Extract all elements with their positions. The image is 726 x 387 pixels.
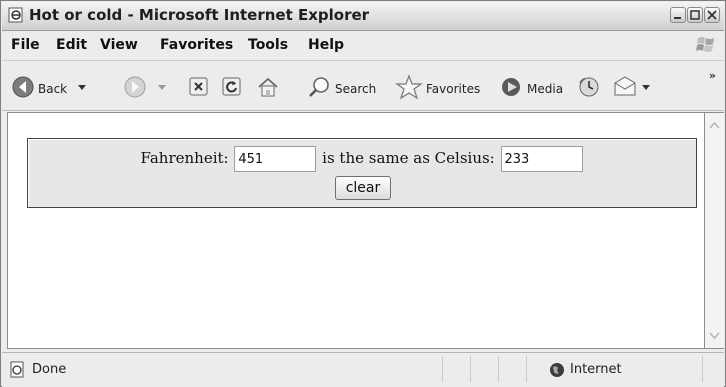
title-bar: Hot or cold - Microsoft Internet Explore… [2, 2, 724, 31]
menu-favorites[interactable]: Favorites [160, 37, 233, 53]
status-divider [442, 356, 443, 382]
status-divider [702, 356, 703, 382]
stop-button[interactable] [187, 61, 213, 110]
page-done-icon [10, 361, 24, 378]
home-button[interactable] [254, 61, 282, 110]
scroll-up-arrow-icon[interactable] [709, 121, 720, 130]
browser-window: Hot or cold - Microsoft Internet Explore… [0, 0, 726, 387]
menu-view[interactable]: View [100, 37, 138, 53]
clear-button[interactable]: clear [335, 176, 391, 200]
refresh-icon [222, 77, 241, 96]
internet-globe-icon [550, 363, 564, 377]
back-button[interactable]: Back [10, 61, 105, 110]
toolbar: Back Search Favorites Media » [2, 61, 724, 111]
status-divider [526, 356, 527, 382]
favorites-star-icon [395, 74, 423, 100]
stop-icon [189, 77, 208, 96]
same-as-celsius-label: is the same as Celsius: [322, 149, 495, 167]
celsius-input[interactable] [500, 146, 583, 172]
mail-button[interactable] [612, 61, 652, 110]
refresh-button[interactable] [220, 61, 246, 110]
toolbar-overflow-chevron-icon[interactable]: » [709, 69, 716, 82]
ie-page-icon [8, 7, 23, 23]
window-title: Hot or cold - Microsoft Internet Explore… [29, 6, 370, 24]
favorites-label: Favorites [426, 82, 481, 96]
status-divider [498, 356, 499, 382]
media-label: Media [527, 82, 564, 96]
window-controls [669, 7, 720, 25]
menu-tools[interactable]: Tools [248, 37, 288, 53]
minimize-icon [674, 17, 681, 19]
search-label: Search [335, 82, 377, 96]
status-divider [470, 356, 471, 382]
close-button[interactable] [704, 7, 720, 23]
menu-bar: File Edit View Favorites Tools Help [2, 31, 724, 61]
close-icon [707, 10, 717, 20]
menu-file[interactable]: File [11, 37, 40, 53]
windows-logo-icon [696, 37, 714, 52]
status-bar: Done Internet [2, 352, 724, 387]
fahrenheit-label: Fahrenheit: [140, 149, 229, 167]
scroll-down-arrow-icon[interactable] [709, 331, 720, 340]
maximize-icon [690, 10, 700, 20]
fahrenheit-input[interactable] [234, 146, 317, 172]
page-content: Fahrenheit: is the same as Celsius: clea… [7, 112, 705, 349]
minimize-button[interactable] [670, 7, 686, 23]
search-icon [309, 77, 329, 97]
forward-dropdown-icon [158, 85, 166, 90]
back-dropdown-icon [78, 85, 86, 90]
history-button[interactable] [575, 61, 603, 110]
internet-zone-label: Internet [570, 362, 622, 377]
media-button[interactable]: Media [501, 61, 571, 110]
maximize-button[interactable] [687, 7, 703, 23]
media-icon [502, 78, 520, 96]
favorites-button[interactable]: Favorites [395, 61, 495, 110]
menu-edit[interactable]: Edit [56, 37, 87, 53]
vertical-scrollbar[interactable] [705, 112, 724, 349]
status-text: Done [32, 362, 67, 377]
home-icon [258, 77, 278, 97]
history-icon [579, 77, 599, 97]
forward-button[interactable] [124, 61, 174, 110]
forward-icon [124, 76, 146, 98]
menu-help[interactable]: Help [308, 37, 344, 53]
converter-row: Fahrenheit: is the same as Celsius: [28, 146, 696, 172]
mail-dropdown-icon [642, 85, 650, 90]
converter-form: Fahrenheit: is the same as Celsius: clea… [27, 138, 697, 208]
mail-icon [614, 76, 636, 96]
back-icon [12, 76, 34, 98]
search-button[interactable]: Search [307, 61, 389, 110]
back-label: Back [38, 82, 68, 96]
